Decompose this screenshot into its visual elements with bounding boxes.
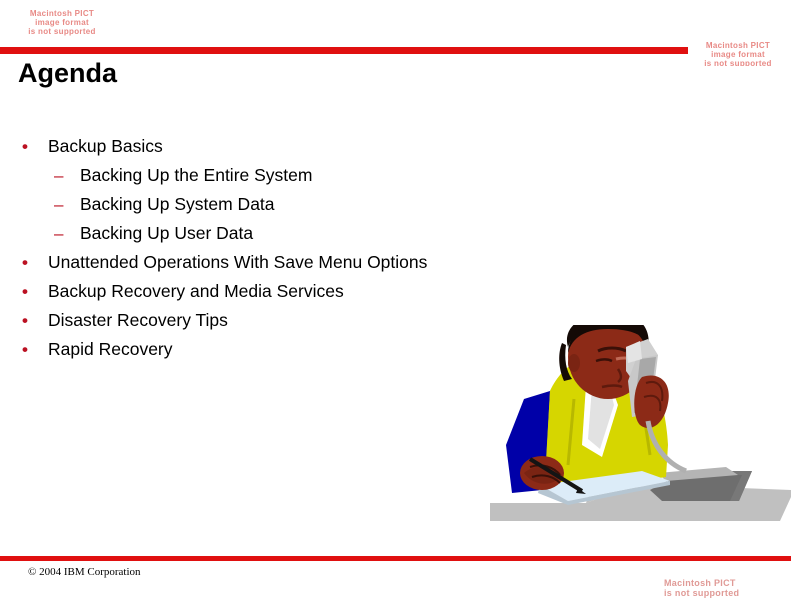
list-item: • Disaster Recovery Tips (18, 306, 518, 335)
list-item: • Backup Basics (18, 132, 518, 161)
bullet-marker-icon: • (22, 137, 28, 156)
footer-red-rule (0, 556, 791, 561)
list-item-label: Backup Basics (48, 136, 163, 156)
list-item: • Rapid Recovery (18, 335, 518, 364)
pict-line-1: Macintosh PICT (705, 41, 771, 50)
pict-line-1: Macintosh PICT (29, 9, 95, 18)
list-item-label: Rapid Recovery (48, 339, 173, 359)
pict-line-2: image format (711, 50, 765, 59)
pict-placeholder-bottom-right: Macintosh PICT is not supported (664, 577, 788, 598)
presentation-slide: Macintosh PICT image format is not suppo… (0, 0, 791, 609)
bullet-marker-icon: • (22, 311, 28, 330)
list-item: – Backing Up User Data (18, 219, 518, 248)
bullet-marker-icon: • (22, 282, 28, 301)
pict-line-3: is not supported (28, 27, 96, 36)
bullet-marker-icon: • (22, 340, 28, 359)
page-title: Agenda (18, 58, 118, 88)
agenda-bullet-list: • Backup Basics – Backing Up the Entire … (18, 132, 518, 364)
list-item-label: Backing Up the Entire System (80, 165, 313, 185)
dash-marker-icon: – (54, 166, 64, 185)
list-item-label: Backing Up System Data (80, 194, 275, 214)
dash-marker-icon: – (54, 195, 64, 214)
list-item-label: Backup Recovery and Media Services (48, 281, 344, 301)
list-item: • Backup Recovery and Media Services (18, 277, 518, 306)
list-item: • Unattended Operations With Save Menu O… (18, 248, 518, 277)
pict-line-2: image format (35, 18, 89, 27)
list-item-label: Backing Up User Data (80, 223, 254, 243)
pict-placeholder-top-left: Macintosh PICT image format is not suppo… (10, 5, 114, 42)
list-item: – Backing Up System Data (18, 190, 518, 219)
clipart-businesswoman-on-telephone (490, 313, 791, 530)
pict-line-3: is not supported (704, 59, 772, 66)
list-item-label: Unattended Operations With Save Menu Opt… (48, 252, 428, 272)
dash-marker-icon: – (54, 224, 64, 243)
list-item-label: Disaster Recovery Tips (48, 310, 228, 330)
pict-placeholder-top-right: Macintosh PICT image format is not suppo… (688, 38, 788, 66)
pict-line-1: Macintosh PICT (664, 578, 736, 588)
pict-line-2: is not supported (664, 588, 740, 598)
header-red-rule (0, 47, 688, 54)
list-item: – Backing Up the Entire System (18, 161, 518, 190)
bullet-marker-icon: • (22, 253, 28, 272)
footer-copyright: © 2004 IBM Corporation (28, 566, 141, 578)
